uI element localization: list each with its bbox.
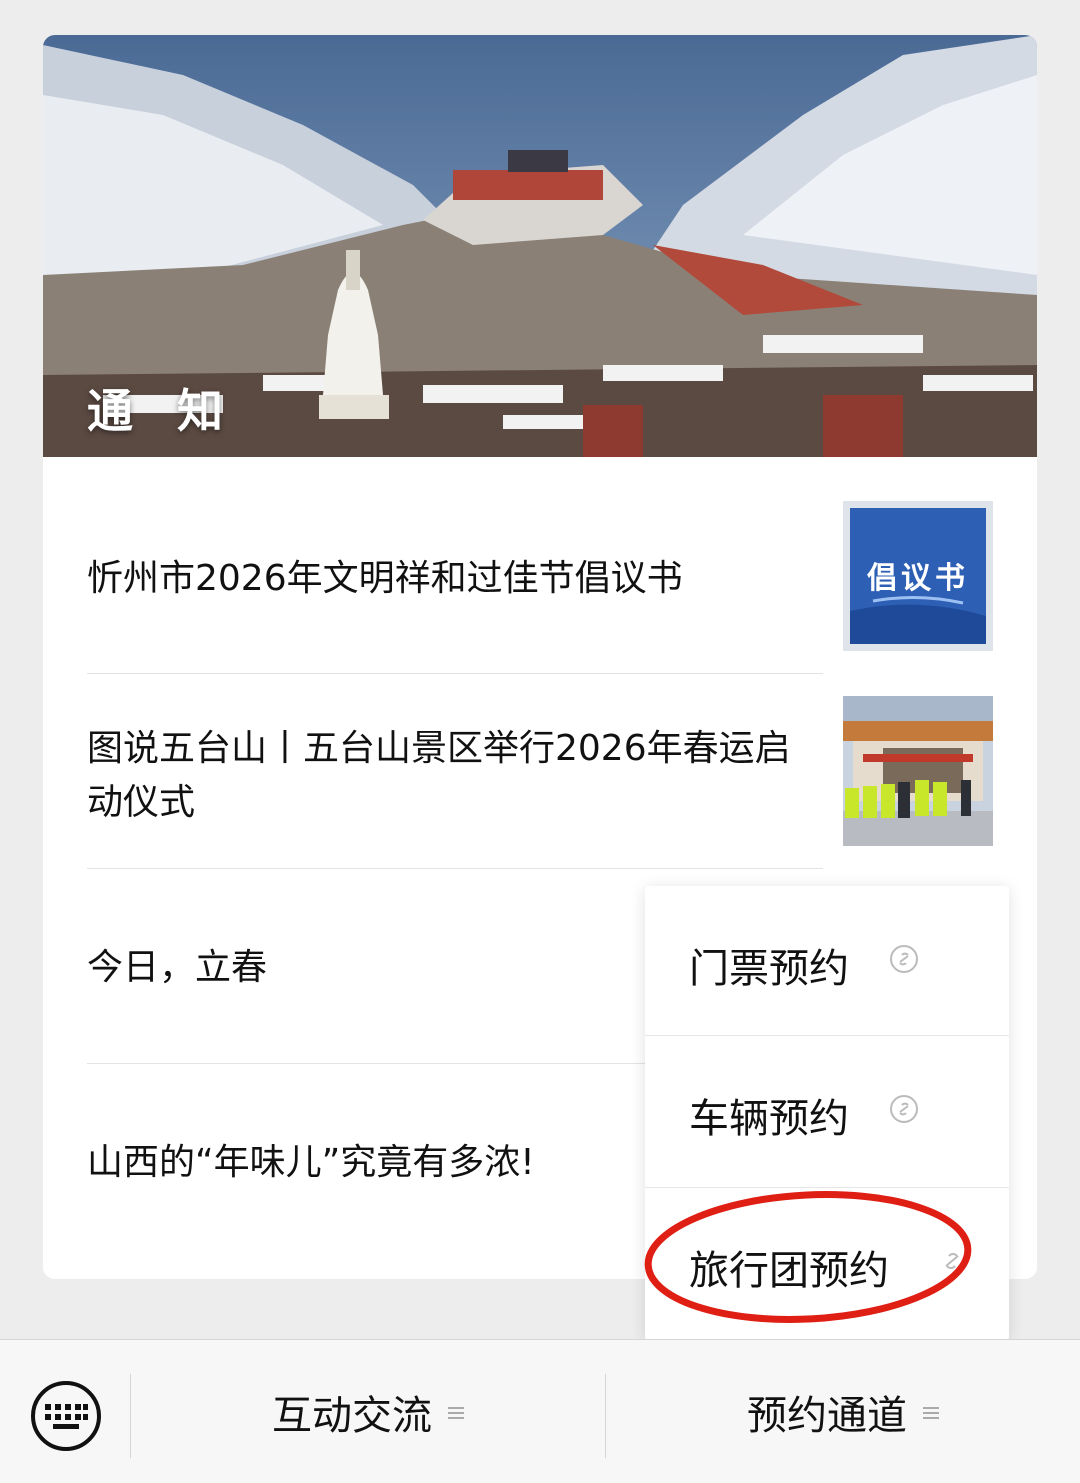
article-title: 山西的“年味儿”究竟有多浓! (87, 1142, 535, 1183)
divider (87, 1063, 647, 1064)
article-thumbnail-2[interactable] (843, 696, 993, 846)
menu-item-ticket-booking[interactable]: 门票预约 (645, 886, 1009, 1036)
article-title: 图说五台山丨五台山景区举行2026年春运启动仪式 (87, 728, 791, 823)
highlight-circle (644, 1191, 972, 1323)
divider (87, 868, 823, 869)
article-item-2[interactable]: 图说五台山丨五台山景区举行2026年春运启动仪式 (87, 722, 823, 830)
tab-booking-channel[interactable]: 预约通道 (606, 1340, 1080, 1483)
header-label: 通 知 (87, 384, 238, 438)
article-title: 忻州市2026年文明祥和过佳节倡议书 (87, 558, 683, 599)
article-title: 今日，立春 (87, 947, 268, 988)
link-icon (890, 1095, 918, 1123)
bottom-menu-bar: 互动交流 预约通道 (0, 1339, 1080, 1483)
article-item-1[interactable]: 忻州市2026年文明祥和过佳节倡议书 (87, 552, 823, 606)
menu-lines-icon (448, 1406, 464, 1419)
header-image[interactable]: 通 知 (43, 35, 1037, 457)
thumbnail-text: 倡议书 (867, 561, 969, 596)
menu-item-vehicle-booking[interactable]: 车辆预约 (645, 1036, 1009, 1186)
link-icon (890, 945, 918, 973)
tab-interactive-exchange[interactable]: 互动交流 (131, 1340, 605, 1483)
keyboard-icon[interactable] (28, 1380, 104, 1452)
menu-lines-icon (923, 1406, 939, 1419)
menu-item-label: 车辆预约 (689, 1096, 849, 1142)
menu-item-label: 门票预约 (689, 946, 849, 992)
article-thumbnail-1[interactable]: 倡议书 (843, 501, 993, 651)
tab-label: 预约通道 (747, 1392, 907, 1439)
divider (87, 673, 823, 674)
booking-dropdown-menu: 门票预约 车辆预约 旅行团预约 (644, 886, 1009, 1341)
tab-label: 互动交流 (272, 1392, 432, 1439)
